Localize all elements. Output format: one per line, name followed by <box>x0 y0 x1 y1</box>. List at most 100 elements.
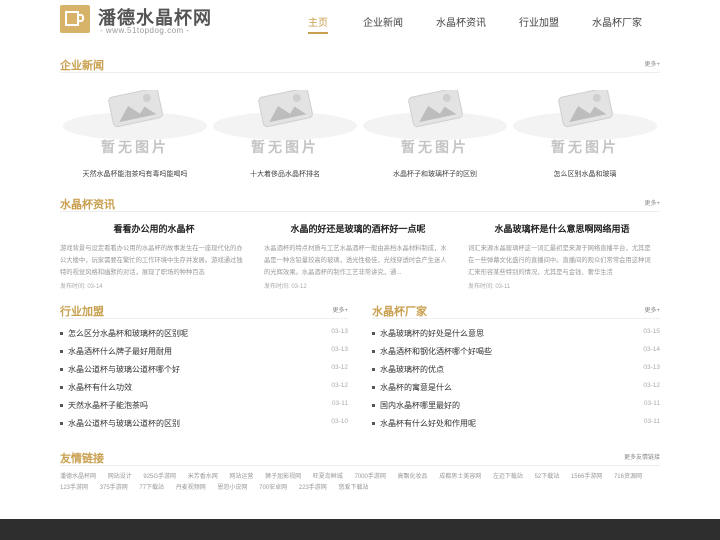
nav-crystal-info[interactable]: 水晶杯资讯 <box>436 14 486 29</box>
friend-links-title: 友情链接 <box>60 453 104 465</box>
news-card[interactable]: 暂无图片怎么区别水晶和玻璃 <box>510 87 660 180</box>
enterprise-news-more[interactable]: 更多+ <box>644 59 660 68</box>
friend-link[interactable]: 成都男士美容网 <box>439 474 481 480</box>
list-item-date: 03-11 <box>331 400 348 407</box>
info-article-time: 发布时间: 03-12 <box>264 284 307 290</box>
friend-link[interactable]: 700安卓网 <box>259 485 287 491</box>
friend-links-more[interactable]: 更多友情链接 <box>624 452 660 461</box>
factory-header: 水晶杯厂家 更多+ <box>372 303 660 319</box>
list-item-title[interactable]: 水晶杯有什么功效 <box>68 383 132 392</box>
news-card-caption[interactable]: 怎么区别水晶和玻璃 <box>510 169 660 179</box>
friend-link[interactable]: 悠爱下载站 <box>338 485 368 491</box>
friend-link[interactable]: 网站设计 <box>108 474 132 480</box>
friend-link[interactable]: 潘德水晶杯网 <box>60 474 96 480</box>
friend-link[interactable]: 旺夏岛鲜城 <box>313 474 343 480</box>
news-card-caption[interactable]: 天然水晶杯能泡茶吗有毒吗能喝吗 <box>60 169 210 179</box>
list-item-date: 03-12 <box>643 382 660 389</box>
friend-link[interactable]: 77下载站 <box>139 485 164 491</box>
list-item-date: 03-11 <box>643 418 660 425</box>
list-item-title[interactable]: 水晶杯的寓意是什么 <box>380 383 452 392</box>
enterprise-news-header: 企业新闻 更多+ <box>60 57 660 73</box>
nav-factory[interactable]: 水晶杯厂家 <box>592 14 642 29</box>
list-item[interactable]: 水晶杯有什么功效 03-12 <box>60 382 348 400</box>
list-item[interactable]: 水晶杯的寓意是什么 03-12 <box>372 382 660 400</box>
friend-link[interactable]: 左迈下载站 <box>493 474 523 480</box>
crystal-info-more[interactable]: 更多+ <box>644 198 660 207</box>
friend-link[interactable]: 925G手游网 <box>143 474 176 480</box>
info-article-summary: 游戏背景与设定看看办公用的水晶杯的故事发生在一座现代化的办公大楼中，玩家需要在繁… <box>60 245 243 276</box>
info-article: 水晶的好还是玻璃的酒杯好一点呢 水晶酒杯的特点材质与工艺水晶酒杯一般由高档水晶材… <box>264 222 452 290</box>
enterprise-news-title[interactable]: 企业新闻 <box>60 57 104 73</box>
info-article-summary: 水晶酒杯的特点材质与工艺水晶酒杯一般由高档水晶材料制成，水晶是一种含铅量较高的玻… <box>264 245 447 276</box>
list-item-title[interactable]: 水晶玻璃杯的好处是什么意思 <box>380 329 484 338</box>
list-item[interactable]: 水晶公道杯与玻璃公道杯的区别 03-10 <box>60 418 348 436</box>
info-article-summary: 词汇来源水晶玻璃杯这一词汇最初是来源于网络直播平台，尤其是在一些弹幕文化盛行的直… <box>468 245 651 276</box>
friend-link[interactable]: 米芳香水网 <box>188 474 218 480</box>
friend-link[interactable]: 223手游网 <box>299 485 327 491</box>
placeholder-image[interactable]: 暂无图片 <box>210 87 360 160</box>
list-item[interactable]: 水晶酒杯什么牌子最好用耐用 03-13 <box>60 346 348 364</box>
nav-home[interactable]: 主页 <box>308 14 328 34</box>
crystal-info-title[interactable]: 水晶杯资讯 <box>60 196 115 212</box>
news-card-caption[interactable]: 十大着侈品水晶杯排名 <box>210 169 360 179</box>
friend-link[interactable]: 1566手游网 <box>571 474 602 480</box>
list-item[interactable]: 水晶酒杯和钢化酒杯哪个好喝些 03-14 <box>372 346 660 364</box>
placeholder-label: 暂无图片 <box>551 139 619 156</box>
list-item-title[interactable]: 水晶酒杯和钢化酒杯哪个好喝些 <box>380 347 492 356</box>
placeholder-image[interactable]: 暂无图片 <box>510 87 660 160</box>
list-item-title[interactable]: 水晶公道杯与玻璃公道杯哪个好 <box>68 365 180 374</box>
friend-link[interactable]: 7000手游网 <box>354 474 385 480</box>
list-item-title[interactable]: 怎么区分水晶杯和玻璃杯的区别呢 <box>68 329 188 338</box>
list-item-title[interactable]: 水晶杯有什么好处和作用呢 <box>380 419 476 428</box>
friend-link[interactable]: 716资源网 <box>614 474 642 480</box>
list-item[interactable]: 天然水晶杯子能泡茶吗 03-11 <box>60 400 348 418</box>
friend-link[interactable]: 375手游网 <box>100 485 128 491</box>
news-card[interactable]: 暂无图片水晶杯子和玻璃杯子的区别 <box>360 87 510 180</box>
list-item[interactable]: 水晶公道杯与玻璃公道杯哪个好 03-12 <box>60 364 348 382</box>
list-item-title[interactable]: 水晶玻璃杯的优点 <box>380 365 444 374</box>
list-item[interactable]: 水晶玻璃杯的优点 03-13 <box>372 364 660 382</box>
friend-links-list: 潘德水晶杯网 网站设计 925G手游网 米芳香水网 网站运营 狮子屈影视网 旺夏… <box>60 472 660 494</box>
placeholder-image[interactable]: 暂无图片 <box>60 87 210 160</box>
industry-title[interactable]: 行业加盟 <box>60 303 104 319</box>
nav-enterprise-news[interactable]: 企业新闻 <box>363 14 403 29</box>
site-url: - www.51topdog.com - <box>100 26 190 35</box>
friend-link[interactable]: 高飘化妆品 <box>398 474 428 480</box>
info-article: 水晶玻璃杯是什么意思啊网络用语 词汇来源水晶玻璃杯这一词汇最初是来源于网络直播平… <box>468 222 656 290</box>
list-item-date: 03-15 <box>643 328 660 335</box>
industry-header: 行业加盟 更多+ <box>60 303 348 319</box>
list-item-title[interactable]: 国内水晶杯哪里最好的 <box>380 401 460 410</box>
site-header: 潘德水晶杯网 - www.51topdog.com - 主页 企业新闻 水晶杯资… <box>0 0 720 44</box>
cup-logo-icon[interactable] <box>60 5 90 33</box>
industry-list: 怎么区分水晶杯和玻璃杯的区别呢 03-13 水晶酒杯什么牌子最好用耐用 03-13 水晶… <box>60 328 348 436</box>
news-card[interactable]: 暂无图片十大着侈品水晶杯排名 <box>210 87 360 180</box>
friend-link[interactable]: 丹麦视频网 <box>176 485 206 491</box>
list-item-title[interactable]: 天然水晶杯子能泡茶吗 <box>68 401 148 410</box>
list-item[interactable]: 国内水晶杯哪里最好的 03-11 <box>372 400 660 418</box>
friend-link[interactable]: 恩怨小说网 <box>217 485 247 491</box>
list-item-date: 03-12 <box>331 382 348 389</box>
list-item-date: 03-10 <box>331 418 348 425</box>
list-item[interactable]: 怎么区分水晶杯和玻璃杯的区别呢 03-13 <box>60 328 348 346</box>
list-item-title[interactable]: 水晶酒杯什么牌子最好用耐用 <box>68 347 172 356</box>
friend-link[interactable]: 网站运营 <box>229 474 253 480</box>
placeholder-image[interactable]: 暂无图片 <box>360 87 510 160</box>
friend-link[interactable]: 狮子屈影视网 <box>265 474 301 480</box>
nav-industry[interactable]: 行业加盟 <box>519 14 559 29</box>
list-item-date: 03-13 <box>331 328 348 335</box>
factory-more[interactable]: 更多+ <box>644 305 660 314</box>
friend-link[interactable]: 123手游网 <box>60 485 88 491</box>
news-card-caption[interactable]: 水晶杯子和玻璃杯子的区别 <box>360 169 510 179</box>
friend-links-header: 友情链接 更多友情链接 <box>60 450 660 466</box>
info-article-time: 发布时间: 03-11 <box>468 284 511 290</box>
info-article-title[interactable]: 水晶的好还是玻璃的酒杯好一点呢 <box>264 222 452 235</box>
info-article-title[interactable]: 水晶玻璃杯是什么意思啊网络用语 <box>468 222 656 235</box>
factory-title[interactable]: 水晶杯厂家 <box>372 303 427 319</box>
list-item[interactable]: 水晶杯有什么好处和作用呢 03-11 <box>372 418 660 436</box>
news-card[interactable]: 暂无图片天然水晶杯能泡茶吗有毒吗能喝吗 <box>60 87 210 180</box>
list-item-title[interactable]: 水晶公道杯与玻璃公道杯的区别 <box>68 419 180 428</box>
industry-more[interactable]: 更多+ <box>332 305 348 314</box>
info-article-title[interactable]: 看看办公用的水晶杯 <box>60 222 248 235</box>
list-item[interactable]: 水晶玻璃杯的好处是什么意思 03-15 <box>372 328 660 346</box>
friend-link[interactable]: 52下载站 <box>535 474 560 480</box>
